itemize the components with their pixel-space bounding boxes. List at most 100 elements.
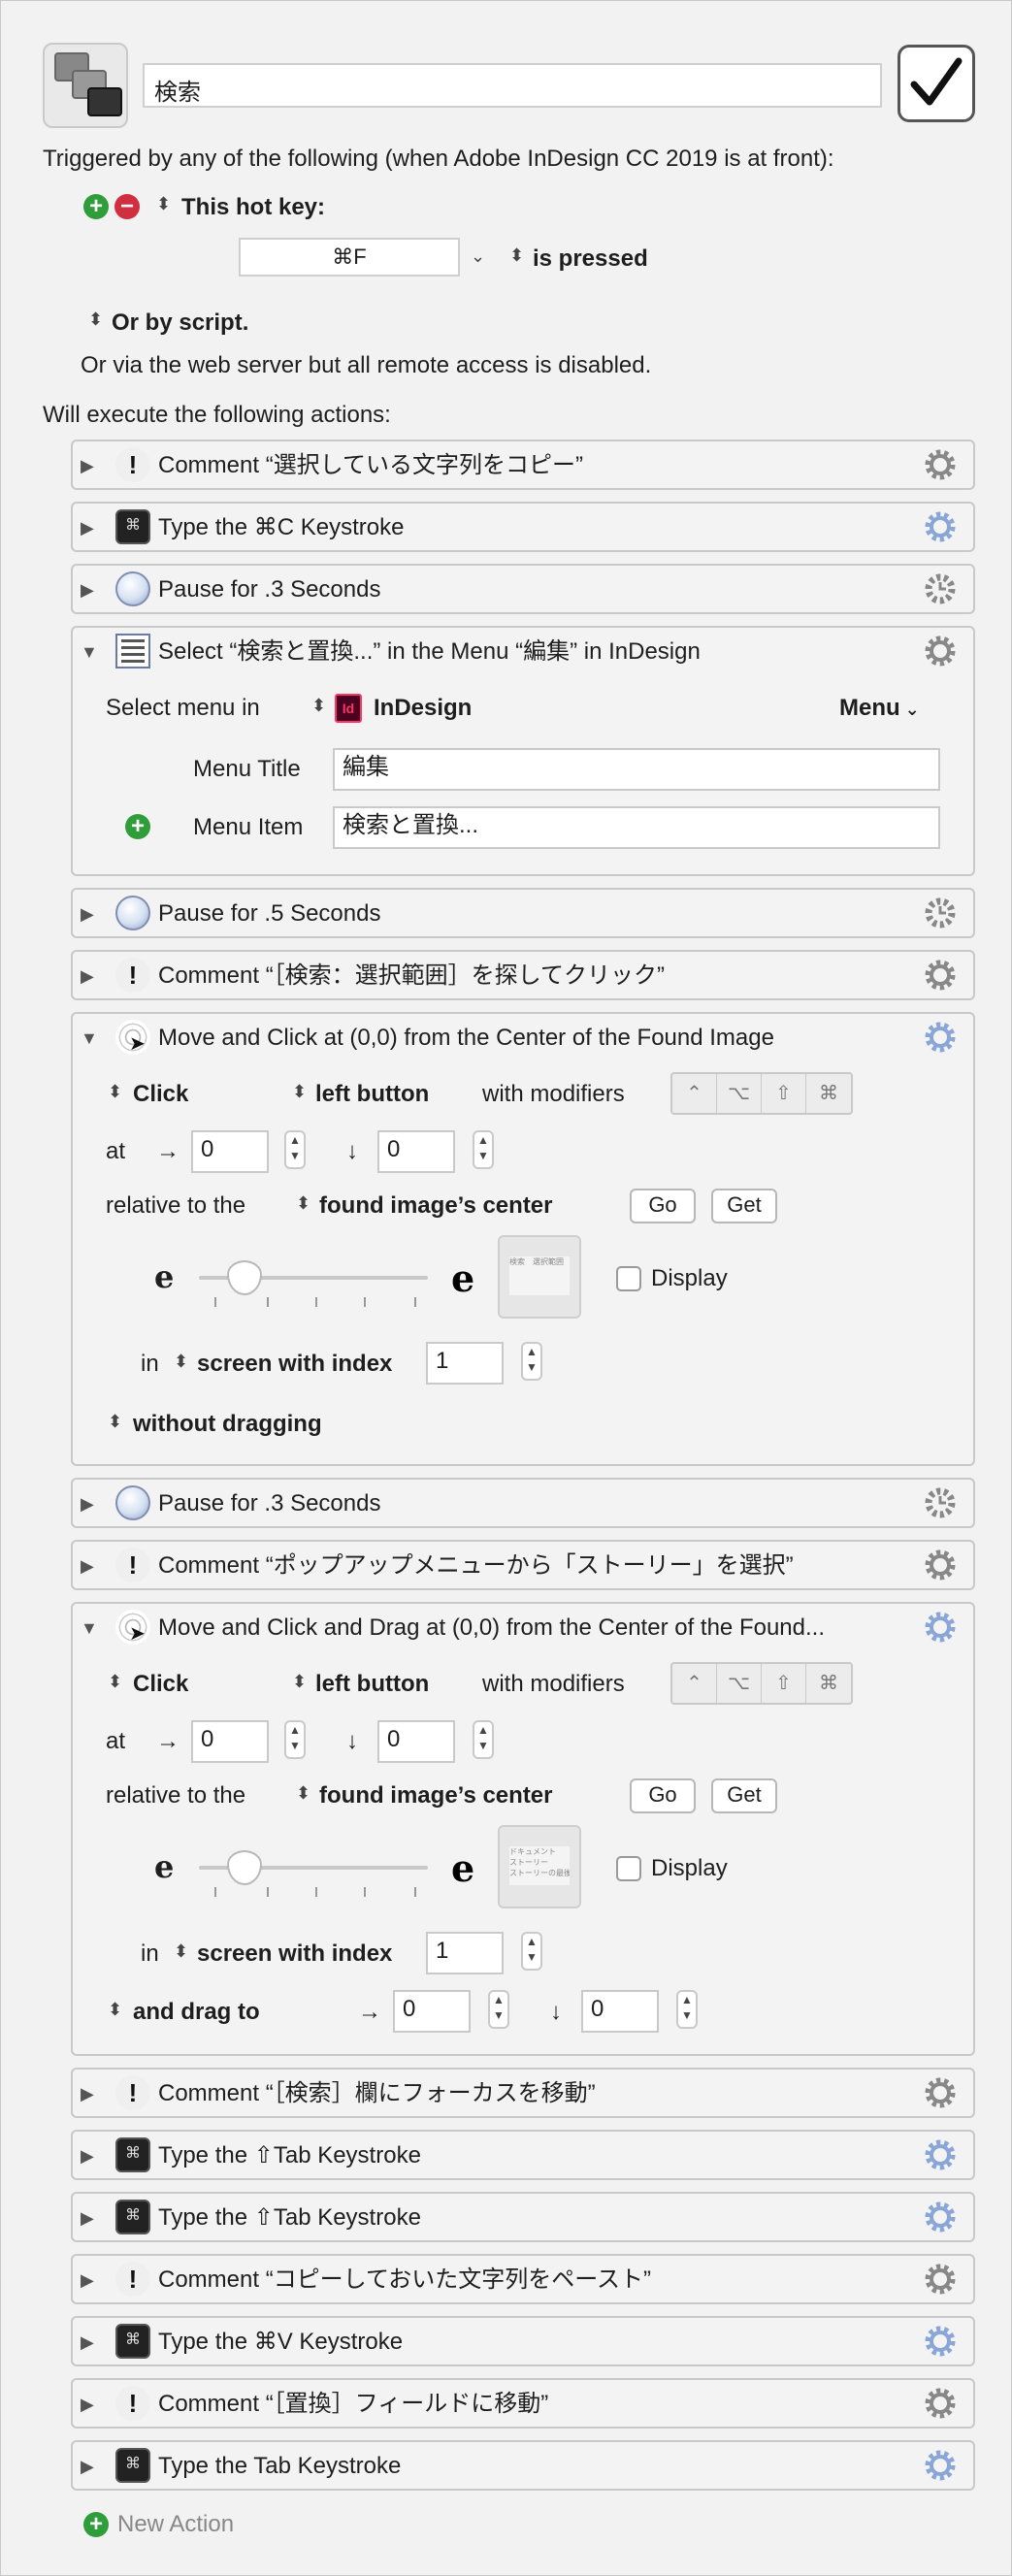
found-image-thumbnail[interactable]: ドキュメント ストーリー ストーリーの最後 [498,1825,581,1908]
disclosure-triangle-icon[interactable]: ▶ [81,2146,94,2166]
clock-gear-icon[interactable] [923,896,958,930]
action-comment[interactable]: ▶ ! Comment “ポップアップメニューから「ストーリー」を選択” [71,1540,975,1590]
y-offset-stepper[interactable]: ▲ ▼ [473,1130,494,1169]
remove-trigger-icon[interactable]: − [114,194,140,219]
screen-index-stepper[interactable]: ▲ ▼ [521,1932,542,1971]
mouse-button-popup[interactable]: left button [315,1080,429,1109]
disclosure-triangle-icon[interactable]: ▶ [81,456,94,475]
gear-icon[interactable] [923,2137,958,2172]
display-checkbox[interactable] [616,1266,641,1291]
control-modifier-toggle[interactable]: ⌃ [672,1074,717,1113]
macro-enabled-checkbox[interactable] [898,45,975,122]
disclosure-triangle-icon[interactable]: ▶ [81,1556,94,1576]
action-comment[interactable]: ▶ ! Comment “［検索］欄にフォーカスを移動” [71,2068,975,2118]
updown-arrows-icon[interactable]: ⬍ [292,1672,307,1692]
disclosure-triangle-icon[interactable]: ▶ [81,2084,94,2103]
command-modifier-toggle[interactable]: ⌘ [806,1664,851,1703]
control-modifier-toggle[interactable]: ⌃ [672,1664,717,1703]
drag-mode-popup[interactable]: without dragging [133,1410,322,1439]
screen-index-field[interactable]: 1 [426,1342,504,1385]
updown-arrows-icon[interactable]: ⬍ [509,245,524,266]
action-pause[interactable]: ▶ Pause for .3 Seconds [71,1478,975,1528]
action-comment[interactable]: ▶ ! Comment “［置換］フィールドに移動” [71,2378,975,2429]
gear-icon[interactable] [923,2448,958,2483]
updown-arrows-icon[interactable]: ⬍ [296,1783,310,1804]
action-keystroke[interactable]: ▶ ⌘ Type the Tab Keystroke [71,2440,975,2491]
gear-icon[interactable] [923,1610,958,1645]
gear-icon[interactable] [923,958,958,993]
disclosure-triangle-icon[interactable]: ▶ [81,2457,94,2476]
clock-gear-icon[interactable] [923,571,958,606]
drag-x-stepper[interactable]: ▲ ▼ [488,1990,509,2029]
gear-icon[interactable] [923,2200,958,2234]
menu-item-field[interactable]: 検索と置換... [333,806,940,849]
script-trigger-label[interactable]: Or by script. [112,309,248,338]
screen-index-stepper[interactable]: ▲ ▼ [521,1342,542,1381]
drag-y-field[interactable]: 0 [581,1990,659,2033]
screen-index-field[interactable]: 1 [426,1932,504,1974]
updown-arrows-icon[interactable]: ⬍ [108,2000,122,2020]
disclosure-triangle-icon[interactable]: ▶ [81,2208,94,2228]
action-pause[interactable]: ▶ Pause for .5 Seconds [71,888,975,938]
macro-name-field[interactable]: 検索 [143,63,882,108]
disclosure-triangle-icon[interactable]: ▶ [81,904,94,924]
updown-arrows-icon[interactable]: ⬍ [292,1082,307,1102]
relative-to-popup[interactable]: found image’s center [319,1781,553,1810]
add-menu-item-icon[interactable]: + [125,814,150,839]
disclosure-triangle-icon[interactable]: ▶ [81,518,94,538]
gear-icon[interactable] [923,1548,958,1582]
updown-arrows-icon[interactable]: ⬍ [108,1412,122,1432]
updown-arrows-icon[interactable]: ⬍ [296,1193,310,1214]
hotkey-field[interactable]: ⌘F [239,238,460,277]
gear-icon[interactable] [923,509,958,544]
updown-arrows-icon[interactable]: ⬍ [108,1082,122,1102]
command-modifier-toggle[interactable]: ⌘ [806,1074,851,1113]
y-offset-stepper[interactable]: ▲ ▼ [473,1720,494,1759]
gear-icon[interactable] [923,1020,958,1055]
action-move-and-click[interactable]: ▼ ➤ Move and Click at (0,0) from the Cen… [71,1012,975,1466]
fuzziness-slider-knob[interactable] [227,1850,263,1885]
action-keystroke[interactable]: ▶ ⌘ Type the ⌘V Keystroke [71,2316,975,2366]
action-keystroke[interactable]: ▶ ⌘ Type the ⇧Tab Keystroke [71,2192,975,2242]
go-button[interactable]: Go [630,1778,696,1813]
display-checkbox[interactable] [616,1856,641,1881]
shift-modifier-toggle[interactable]: ⇧ [762,1074,806,1113]
gear-icon[interactable] [923,2262,958,2297]
screen-popup[interactable]: screen with index [197,1350,392,1379]
updown-arrows-icon[interactable]: ⬍ [311,696,326,716]
hotkey-trigger-label[interactable]: This hot key: [181,193,325,222]
option-modifier-toggle[interactable]: ⌥ [717,1664,762,1703]
relative-to-popup[interactable]: found image’s center [319,1191,553,1221]
macro-group-icon[interactable] [43,43,128,128]
updown-arrows-icon[interactable]: ⬍ [156,194,171,214]
gear-icon[interactable] [923,2324,958,2359]
gear-icon[interactable] [923,2386,958,2421]
get-button[interactable]: Get [711,1778,777,1813]
updown-arrows-icon[interactable]: ⬍ [174,1941,188,1962]
new-action-button[interactable]: New Action [117,2510,234,2539]
disclosure-triangle-open-icon[interactable]: ▼ [81,1618,98,1638]
disclosure-triangle-icon[interactable]: ▶ [81,2270,94,2290]
disclosure-triangle-open-icon[interactable]: ▼ [81,642,98,662]
disclosure-triangle-icon[interactable]: ▶ [81,2395,94,2414]
x-offset-field[interactable]: 0 [191,1720,269,1763]
menu-dropdown[interactable]: Menu ⌄ [839,694,920,724]
gear-icon[interactable] [923,447,958,482]
updown-arrows-icon[interactable]: ⬍ [174,1352,188,1372]
hotkey-state-popup[interactable]: is pressed [533,245,648,274]
action-comment[interactable]: ▶ ! Comment “［検索：選択範囲］を探してクリック” [71,950,975,1000]
action-select-menu[interactable]: ▼ Select “検索と置換...” in the Menu “編集” in … [71,626,975,876]
found-image-thumbnail[interactable]: 検索 選択範囲 [498,1235,581,1319]
drag-mode-popup[interactable]: and drag to [133,1998,260,2027]
gear-icon[interactable] [923,2075,958,2110]
disclosure-triangle-icon[interactable]: ▶ [81,580,94,600]
option-modifier-toggle[interactable]: ⌥ [717,1074,762,1113]
screen-popup[interactable]: screen with index [197,1940,392,1969]
disclosure-triangle-icon[interactable]: ▶ [81,1494,94,1514]
updown-arrows-icon[interactable]: ⬍ [88,310,103,330]
x-offset-stepper[interactable]: ▲ ▼ [284,1720,306,1759]
y-offset-field[interactable]: 0 [377,1720,455,1763]
action-comment[interactable]: ▶ ! Comment “選択している文字列をコピー” [71,440,975,490]
click-type-popup[interactable]: Click [133,1080,188,1109]
disclosure-triangle-icon[interactable]: ▶ [81,966,94,986]
